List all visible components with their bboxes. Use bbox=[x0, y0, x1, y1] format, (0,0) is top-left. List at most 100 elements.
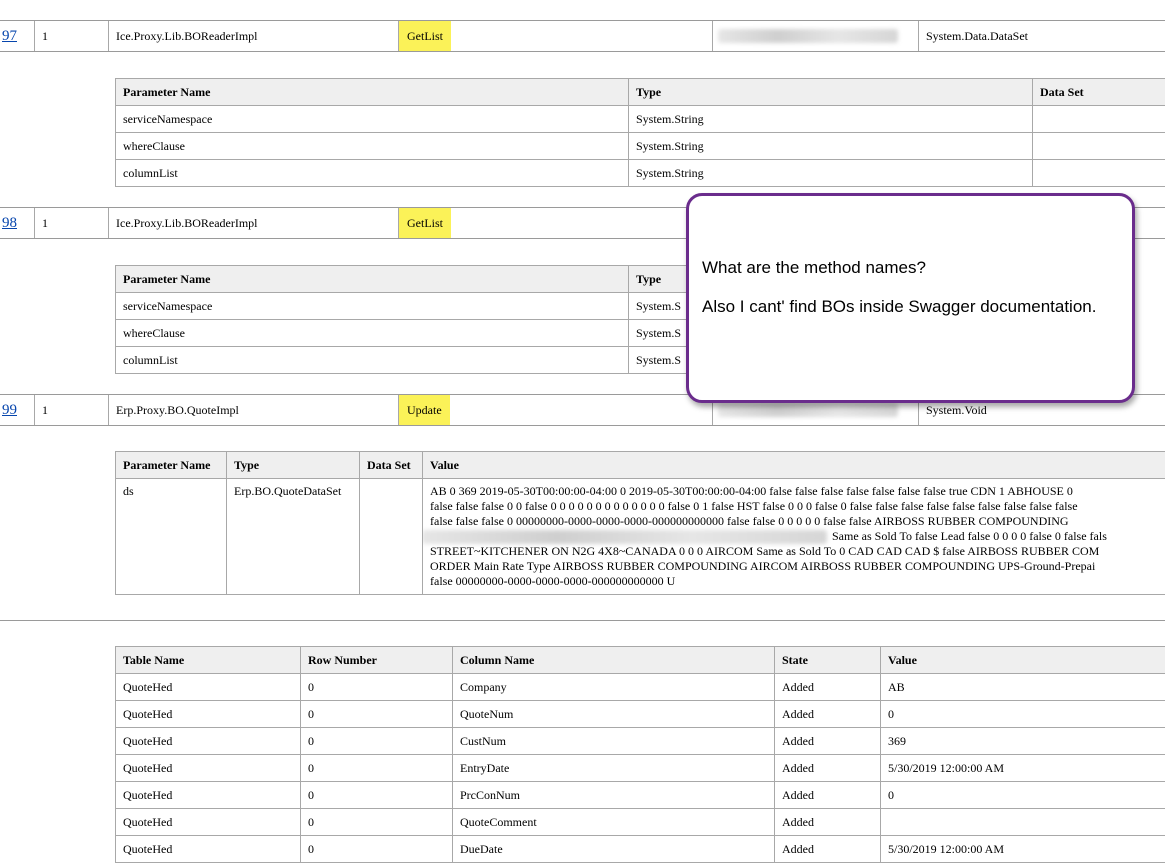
table-row: QuoteHed 0 CustNum Added 369 bbox=[116, 728, 1165, 755]
table-row: ds Erp.BO.QuoteDataSet AB 0 369 2019-05-… bbox=[116, 479, 1165, 595]
column-header: State bbox=[775, 647, 881, 674]
column-name: EntryDate bbox=[453, 755, 775, 782]
param-name: ds bbox=[116, 479, 227, 595]
column-header: Type bbox=[227, 452, 360, 479]
param-name: whereClause bbox=[116, 133, 629, 160]
row-number: 0 bbox=[301, 701, 453, 728]
row-number: 0 bbox=[301, 809, 453, 836]
param-type: System.String bbox=[629, 133, 1033, 160]
value-line: false false false 0 0 false 0 0 0 0 0 0 … bbox=[430, 499, 1165, 514]
call-count: 1 bbox=[34, 21, 48, 51]
column-header: Parameter Name bbox=[116, 452, 227, 479]
method-name: Update bbox=[399, 395, 450, 425]
row-number: 0 bbox=[301, 755, 453, 782]
method-name: GetList bbox=[399, 21, 451, 51]
table-name: QuoteHed bbox=[116, 701, 301, 728]
value-line: AB 0 369 2019-05-30T00:00:00-04:00 0 201… bbox=[430, 484, 1165, 499]
row-state: Added bbox=[775, 755, 881, 782]
param-type: System.String bbox=[629, 160, 1033, 187]
table-row: QuoteHed 0 PrcConNum Added 0 bbox=[116, 782, 1165, 809]
cell-value bbox=[881, 809, 1165, 836]
column-name: QuoteNum bbox=[453, 701, 775, 728]
return-type: System.Data.DataSet bbox=[918, 21, 1028, 51]
class-name: Erp.Proxy.BO.QuoteImpl bbox=[108, 395, 239, 425]
redacted-value bbox=[423, 530, 828, 544]
column-name: Company bbox=[453, 674, 775, 701]
table-name: QuoteHed bbox=[116, 728, 301, 755]
table-name: QuoteHed bbox=[116, 755, 301, 782]
column-header: Parameter Name bbox=[116, 266, 629, 293]
row-state: Added bbox=[775, 782, 881, 809]
column-header: Data Set bbox=[1033, 79, 1165, 106]
param-name: serviceNamespace bbox=[116, 106, 629, 133]
table-row: QuoteHed 0 EntryDate Added 5/30/2019 12:… bbox=[116, 755, 1165, 782]
cell-value: 5/30/2019 12:00:00 AM bbox=[881, 836, 1165, 863]
row-state: Added bbox=[775, 836, 881, 863]
row-number: 0 bbox=[301, 728, 453, 755]
param-type: System.String bbox=[629, 106, 1033, 133]
column-name: QuoteComment bbox=[453, 809, 775, 836]
call-count: 1 bbox=[34, 208, 48, 238]
table-row: whereClause System.String bbox=[116, 133, 1165, 160]
cell-value: 0 bbox=[881, 782, 1165, 809]
column-header: Column Name bbox=[453, 647, 775, 674]
value-line: STREET~KITCHENER ON N2G 4X8~CANADA 0 0 0… bbox=[430, 544, 1165, 559]
table-row: QuoteHed 0 QuoteComment Added bbox=[116, 809, 1165, 836]
annotation-callout: What are the method names? Also I cant' … bbox=[686, 193, 1135, 403]
row-number: 0 bbox=[301, 782, 453, 809]
redacted-value bbox=[718, 403, 898, 417]
method-id-link[interactable]: 98 bbox=[0, 208, 17, 238]
column-header: Table Name bbox=[116, 647, 301, 674]
param-dataset bbox=[360, 479, 423, 595]
parameter-table: Parameter Name Type Data Set serviceName… bbox=[115, 78, 1165, 187]
table-row: columnList System.String bbox=[116, 160, 1165, 187]
table-name: QuoteHed bbox=[116, 809, 301, 836]
class-name: Ice.Proxy.Lib.BOReaderImpl bbox=[108, 208, 258, 238]
table-name: QuoteHed bbox=[116, 782, 301, 809]
class-name: Ice.Proxy.Lib.BOReaderImpl bbox=[108, 21, 258, 51]
param-name: serviceNamespace bbox=[116, 293, 629, 320]
column-header: Parameter Name bbox=[116, 79, 629, 106]
param-name: columnList bbox=[116, 347, 629, 374]
callout-note: Also I cant' find BOs inside Swagger doc… bbox=[702, 297, 1118, 317]
row-state: Added bbox=[775, 728, 881, 755]
row-number: 0 bbox=[301, 674, 453, 701]
param-name: columnList bbox=[116, 160, 629, 187]
value-line: ORDER Main Rate Type AIRBOSS RUBBER COMP… bbox=[430, 559, 1165, 574]
column-name: DueDate bbox=[453, 836, 775, 863]
param-dataset bbox=[1033, 160, 1165, 187]
method-row-97: 97 1 Ice.Proxy.Lib.BOReaderImpl GetList … bbox=[0, 21, 1165, 51]
method-name: GetList bbox=[399, 208, 451, 238]
column-header: Data Set bbox=[360, 452, 423, 479]
method-id-link[interactable]: 99 bbox=[0, 395, 17, 425]
callout-question: What are the method names? bbox=[702, 258, 1118, 278]
column-header: Value bbox=[423, 452, 1165, 479]
param-dataset bbox=[1033, 106, 1165, 133]
column-name: PrcConNum bbox=[453, 782, 775, 809]
cell-value: AB bbox=[881, 674, 1165, 701]
table-row: QuoteHed 0 DueDate Added 5/30/2019 12:00… bbox=[116, 836, 1165, 863]
value-line: false 00000000-0000-0000-0000-0000000000… bbox=[430, 574, 1165, 589]
dataset-changes-table: Table Name Row Number Column Name State … bbox=[115, 646, 1165, 863]
method-id-link[interactable]: 97 bbox=[0, 21, 17, 51]
param-dataset bbox=[1033, 133, 1165, 160]
cell-value: 5/30/2019 12:00:00 AM bbox=[881, 755, 1165, 782]
param-value: AB 0 369 2019-05-30T00:00:00-04:00 0 201… bbox=[423, 479, 1165, 595]
column-header: Type bbox=[629, 79, 1033, 106]
row-state: Added bbox=[775, 701, 881, 728]
table-row: QuoteHed 0 QuoteNum Added 0 bbox=[116, 701, 1165, 728]
column-header: Row Number bbox=[301, 647, 453, 674]
parameter-table: Parameter Name Type Data Set Value ds Er… bbox=[115, 451, 1165, 595]
row-number: 0 bbox=[301, 836, 453, 863]
table-name: QuoteHed bbox=[116, 674, 301, 701]
value-line: false false false 0 00000000-0000-0000-0… bbox=[430, 514, 1165, 529]
column-name: CustNum bbox=[453, 728, 775, 755]
table-name: QuoteHed bbox=[116, 836, 301, 863]
param-type: Erp.BO.QuoteDataSet bbox=[227, 479, 360, 595]
column-header: Value bbox=[881, 647, 1165, 674]
table-row: serviceNamespace System.String bbox=[116, 106, 1165, 133]
cell-value: 369 bbox=[881, 728, 1165, 755]
cell-value: 0 bbox=[881, 701, 1165, 728]
call-count: 1 bbox=[34, 395, 48, 425]
row-state: Added bbox=[775, 674, 881, 701]
